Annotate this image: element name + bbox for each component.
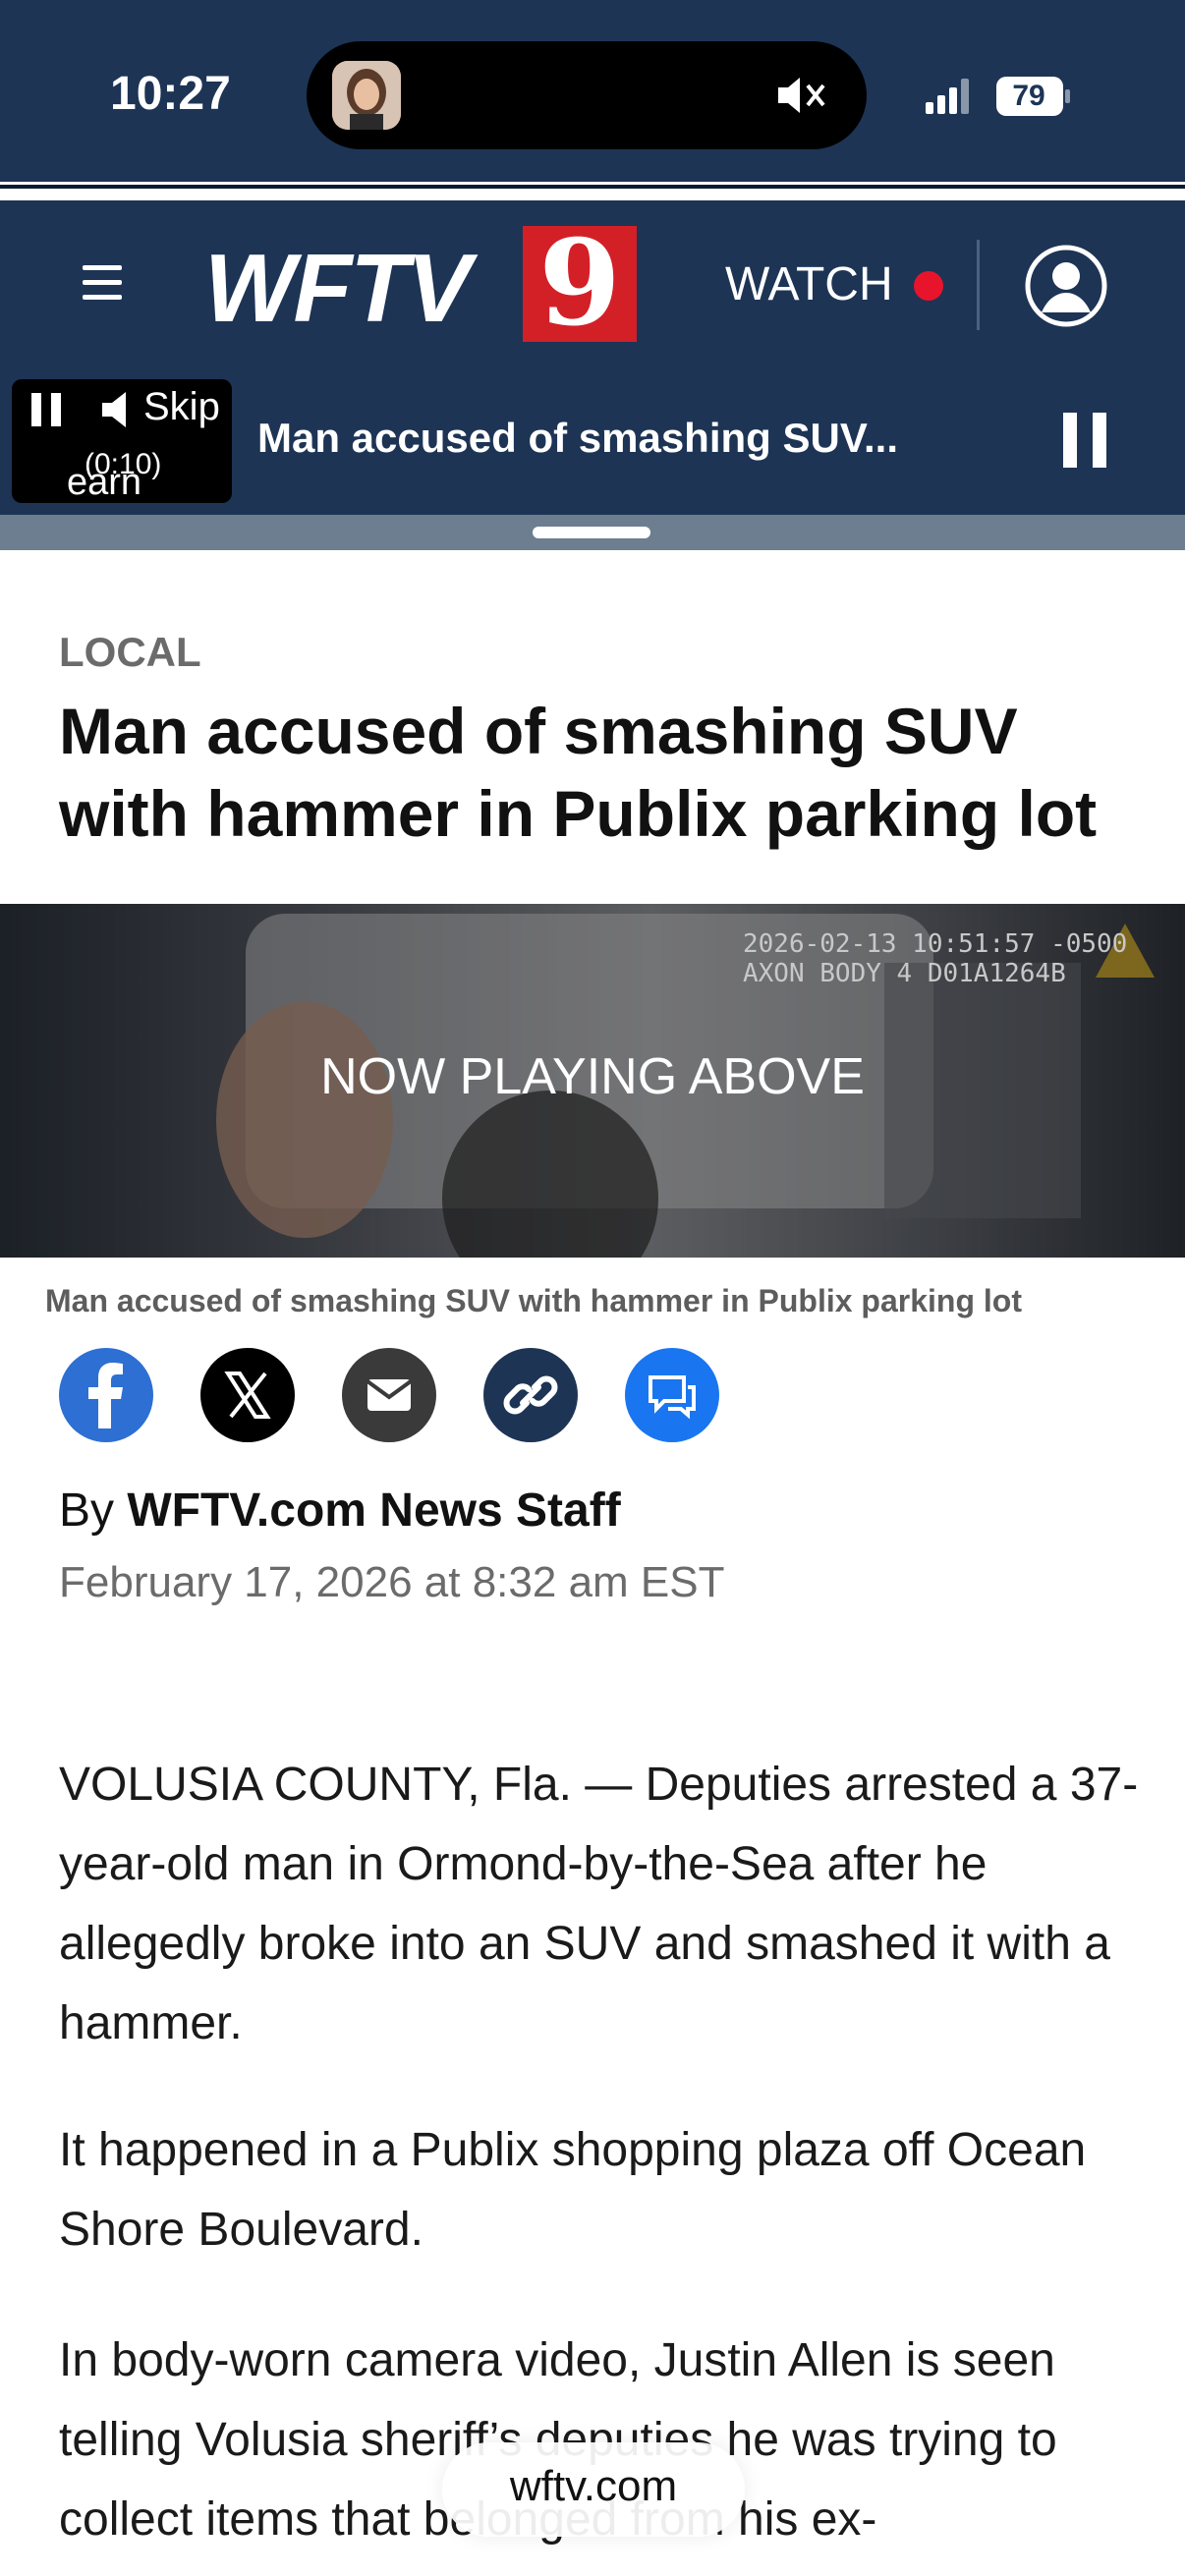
email-icon[interactable] [342, 1348, 436, 1442]
live-indicator-icon [914, 271, 943, 301]
speaker-icon[interactable] [98, 389, 140, 430]
island-avatar [332, 61, 401, 130]
account-icon[interactable] [1024, 244, 1108, 328]
byline: By WFTV.com News Staff [59, 1484, 621, 1538]
facebook-icon[interactable] [59, 1348, 153, 1442]
author-link[interactable]: WFTV.com News Staff [127, 1484, 620, 1537]
article-category[interactable]: LOCAL [59, 629, 201, 676]
browser-url[interactable]: wftv.com [442, 2462, 745, 2511]
hamburger-menu-icon[interactable] [83, 265, 128, 301]
ad-learn-label[interactable]: earn [67, 462, 141, 504]
pause-icon[interactable] [1063, 413, 1108, 468]
byline-prefix: By [59, 1484, 115, 1537]
skip-ad-button[interactable]: Skip [143, 385, 220, 429]
site-logo-number[interactable]: 9 [523, 225, 637, 343]
site-logo[interactable]: WFTV [204, 234, 472, 342]
x-icon[interactable] [200, 1348, 295, 1442]
mute-icon [774, 71, 833, 120]
watch-live-button[interactable]: WATCH [725, 257, 893, 311]
status-time: 10:27 [110, 68, 231, 120]
article-headline: Man accused of smashing SUV with hammer … [59, 695, 1098, 850]
bodycam-device-id: AXON BODY 4 D01A1264B [743, 959, 1066, 988]
article-paragraph: It happened in a Publix shopping plaza o… [59, 2124, 1087, 2256]
comments-icon[interactable] [625, 1348, 719, 1442]
video-caption: Man accused of smashing SUV with hammer … [45, 1283, 1022, 1318]
battery-level: 79 [1012, 80, 1045, 112]
mini-player-title[interactable]: Man accused of smashing SUV... [257, 415, 945, 462]
article-paragraph: VOLUSIA COUNTY, Fla. — Deputies arrested… [59, 1759, 1139, 2049]
now-playing-label: NOW PLAYING ABOVE [320, 1048, 865, 1105]
drag-handle[interactable] [533, 527, 650, 538]
cellular-signal-icon [926, 79, 975, 114]
ad-pause-icon[interactable] [29, 391, 65, 428]
header-divider [977, 240, 980, 330]
bodycam-timestamp: 2026-02-13 10:51:57 -0500 [743, 929, 1128, 959]
publish-date: February 17, 2026 at 8:32 am EST [59, 1558, 725, 1606]
link-icon[interactable] [483, 1348, 578, 1442]
